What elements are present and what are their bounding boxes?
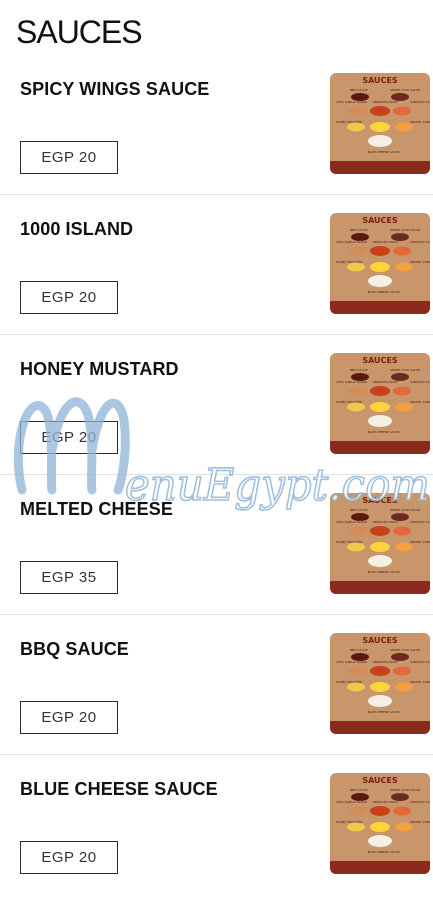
item-name: SPICY WINGS SAUCE xyxy=(20,79,210,99)
svg-text:BBQ SAUCE: BBQ SAUCE xyxy=(350,368,368,372)
svg-text:SWEET CHILI SAUCE: SWEET CHILI SAUCE xyxy=(390,508,420,512)
item-thumbnail[interactable]: SAUCES BBQ SAUCE SWEET CHILI SAUCE CHILI… xyxy=(330,353,430,454)
price-button[interactable]: EGP 20 xyxy=(20,281,118,314)
svg-text:SAUCES: SAUCES xyxy=(362,776,398,785)
price-button[interactable]: EGP 20 xyxy=(20,841,118,874)
item-name: BBQ SAUCE xyxy=(20,639,129,659)
svg-text:SAUCES: SAUCES xyxy=(362,496,398,505)
svg-text:MELTED CHEESE: MELTED CHEESE xyxy=(410,820,430,824)
svg-text:MELTED CHEESE: MELTED CHEESE xyxy=(410,260,430,264)
svg-text:BLUE CHEESE SAUCE: BLUE CHEESE SAUCE xyxy=(368,710,400,714)
svg-text:BBQ SAUCE: BBQ SAUCE xyxy=(350,228,368,232)
svg-text:SWEET CHILI SAUCE: SWEET CHILI SAUCE xyxy=(390,648,420,652)
item-name: 1000 ISLAND xyxy=(20,219,134,239)
item-name: BLUE CHEESE SAUCE xyxy=(20,779,218,799)
svg-text:CHIPOTLE SAUCE: CHIPOTLE SAUCE xyxy=(410,660,430,664)
menu-item[interactable]: 1000 ISLAND EGP 20 SAUCES BBQ SAUCE SWEE… xyxy=(0,195,433,335)
svg-text:BLUE CHEESE SAUCE: BLUE CHEESE SAUCE xyxy=(368,570,400,574)
svg-text:BLUE CHEESE SAUCE: BLUE CHEESE SAUCE xyxy=(368,290,400,294)
svg-text:MELTED CHEESE: MELTED CHEESE xyxy=(410,680,430,684)
menu-item[interactable]: HONEY MUSTARD EGP 20 SAUCES BBQ SAUCE SW… xyxy=(0,335,433,475)
svg-text:SRIRACHA MAYO: SRIRACHA MAYO xyxy=(373,380,398,384)
svg-text:CHIPOTLE SAUCE: CHIPOTLE SAUCE xyxy=(410,100,430,104)
menu-item[interactable]: BBQ SAUCE EGP 20 SAUCES BBQ SAUCE SWEET … xyxy=(0,615,433,755)
svg-text:BLUE CHEESE SAUCE: BLUE CHEESE SAUCE xyxy=(368,430,400,434)
svg-text:MELTED CHEESE: MELTED CHEESE xyxy=(410,400,430,404)
svg-text:SAUCES: SAUCES xyxy=(362,76,398,85)
section-title: SAUCES xyxy=(16,14,143,50)
price-button[interactable]: EGP 20 xyxy=(20,141,118,174)
svg-text:SWEET CHILI SAUCE: SWEET CHILI SAUCE xyxy=(390,368,420,372)
svg-text:SRIRACHA MAYO: SRIRACHA MAYO xyxy=(373,660,398,664)
menu-item[interactable]: BLUE CHEESE SAUCE EGP 20 SAUCES BBQ SAUC… xyxy=(0,755,433,895)
svg-text:BBQ SAUCE: BBQ SAUCE xyxy=(350,88,368,92)
item-thumbnail[interactable]: SAUCES BBQ SAUCE SWEET CHILI SAUCE CHILI… xyxy=(330,633,430,734)
svg-text:SRIRACHA MAYO: SRIRACHA MAYO xyxy=(373,240,398,244)
svg-text:SAUCES: SAUCES xyxy=(362,356,398,365)
svg-text:SRIRACHA MAYO: SRIRACHA MAYO xyxy=(373,520,398,524)
svg-text:CHIPOTLE SAUCE: CHIPOTLE SAUCE xyxy=(410,520,430,524)
price-button[interactable]: EGP 35 xyxy=(20,561,118,594)
svg-text:CHIPOTLE SAUCE: CHIPOTLE SAUCE xyxy=(410,240,430,244)
svg-text:SWEET CHILI SAUCE: SWEET CHILI SAUCE xyxy=(390,228,420,232)
menu-list: SPICY WINGS SAUCE EGP 20 SAUCES BBQ SAUC… xyxy=(0,55,433,895)
svg-text:SRIRACHA MAYO: SRIRACHA MAYO xyxy=(373,100,398,104)
svg-text:MELTED CHEESE: MELTED CHEESE xyxy=(410,120,430,124)
item-thumbnail[interactable]: SAUCES BBQ SAUCE SWEET CHILI SAUCE CHILI… xyxy=(330,773,430,874)
svg-text:CHIPOTLE SAUCE: CHIPOTLE SAUCE xyxy=(410,800,430,804)
menu-item[interactable]: SPICY WINGS SAUCE EGP 20 SAUCES BBQ SAUC… xyxy=(0,55,433,195)
svg-text:BBQ SAUCE: BBQ SAUCE xyxy=(350,508,368,512)
svg-text:SRIRACHA MAYO: SRIRACHA MAYO xyxy=(373,800,398,804)
svg-text:BLUE CHEESE SAUCE: BLUE CHEESE SAUCE xyxy=(368,850,400,854)
item-thumbnail[interactable]: SAUCES BBQ SAUCE SWEET CHILI SAUCE CHILI… xyxy=(330,73,430,174)
svg-text:BBQ SAUCE: BBQ SAUCE xyxy=(350,788,368,792)
menu-item[interactable]: MELTED CHEESE EGP 35 SAUCES BBQ SAUCE SW… xyxy=(0,475,433,615)
price-button[interactable]: EGP 20 xyxy=(20,701,118,734)
item-thumbnail[interactable]: SAUCES BBQ SAUCE SWEET CHILI SAUCE CHILI… xyxy=(330,213,430,314)
item-name: MELTED CHEESE xyxy=(20,499,173,519)
item-name: HONEY MUSTARD xyxy=(20,359,179,379)
price-button[interactable]: EGP 20 xyxy=(20,421,118,454)
svg-text:SAUCES: SAUCES xyxy=(362,636,398,645)
svg-text:SWEET CHILI SAUCE: SWEET CHILI SAUCE xyxy=(390,88,420,92)
svg-text:CHIPOTLE SAUCE: CHIPOTLE SAUCE xyxy=(410,380,430,384)
svg-text:SWEET CHILI SAUCE: SWEET CHILI SAUCE xyxy=(390,788,420,792)
item-thumbnail[interactable]: SAUCES BBQ SAUCE SWEET CHILI SAUCE CHILI… xyxy=(330,493,430,594)
svg-text:MELTED CHEESE: MELTED CHEESE xyxy=(410,540,430,544)
svg-text:SAUCES: SAUCES xyxy=(362,216,398,225)
svg-text:BLUE CHEESE SAUCE: BLUE CHEESE SAUCE xyxy=(368,150,400,154)
svg-text:BBQ SAUCE: BBQ SAUCE xyxy=(350,648,368,652)
